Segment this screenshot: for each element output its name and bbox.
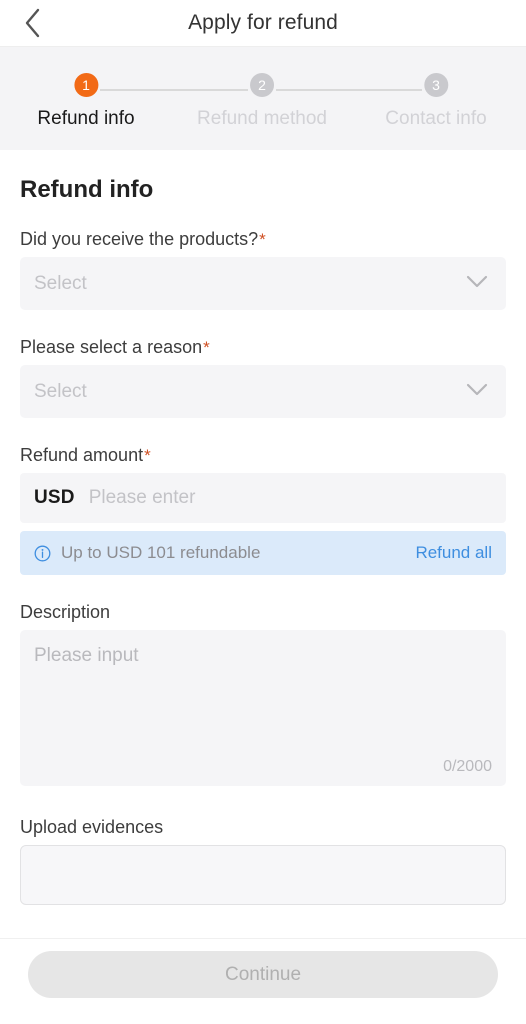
received-products-select[interactable]: Select [20,257,506,310]
currency-code: USD [34,487,75,508]
upload-evidences-label: Upload evidences [20,817,164,837]
refundable-info-bar: Up to USD 101 refundable Refund all [20,531,506,575]
description-label: Description [20,602,111,622]
received-products-label-text: Did you receive the products? [20,229,259,249]
stepper-step-contact-info[interactable]: 3 Contact info [385,73,487,129]
required-asterisk: * [259,230,266,249]
bottom-action-bar: Continue [0,938,526,1024]
step-label: Refund method [197,108,327,129]
continue-button[interactable]: Continue [28,951,498,998]
required-asterisk: * [144,446,151,465]
form-scroll-area[interactable]: Refund info Did you receive the products… [0,151,526,1024]
upload-evidences-area[interactable] [20,845,506,905]
step-label: Refund info [37,108,135,129]
reason-placeholder: Select [34,380,87,402]
page-title: Apply for refund [188,11,338,34]
refund-amount-label-text: Refund amount [20,445,144,465]
refund-amount-label: Refund amount* [20,446,506,464]
character-counter: 0/2000 [443,758,492,775]
step-label: Contact info [385,108,487,129]
reason-label-text: Please select a reason [20,337,203,357]
stepper-step-refund-method[interactable]: 2 Refund method [197,73,327,128]
required-asterisk: * [203,338,210,357]
apply-for-refund-screen: Apply for refund 1 Refund info 2 Refund … [0,0,526,1024]
received-products-placeholder: Select [34,272,87,294]
app-header: Apply for refund [0,0,526,46]
chevron-left-icon [22,7,42,39]
step-number-badge: 1 [74,73,98,97]
description-textarea[interactable] [34,644,492,754]
reason-label: Please select a reason* [20,338,506,356]
stepper-step-refund-info[interactable]: 1 Refund info [37,73,135,129]
refund-amount-field[interactable]: USD [20,473,506,523]
back-button[interactable] [8,0,56,46]
step-number-badge: 2 [249,73,274,97]
reason-select[interactable]: Select [20,365,506,418]
info-circle-icon [34,545,51,562]
section-title: Refund info [20,176,154,203]
chevron-down-icon [466,383,488,401]
refund-all-link[interactable]: Refund all [415,543,492,563]
chevron-down-icon [466,275,488,293]
progress-stepper: 1 Refund info 2 Refund method 3 Contact … [0,46,526,150]
refund-amount-input[interactable] [88,487,492,509]
received-products-label: Did you receive the products?* [20,230,506,248]
step-number-badge: 3 [424,73,448,97]
description-field[interactable]: 0/2000 [20,630,506,786]
refundable-info-text: Up to USD 101 refundable [61,543,261,562]
